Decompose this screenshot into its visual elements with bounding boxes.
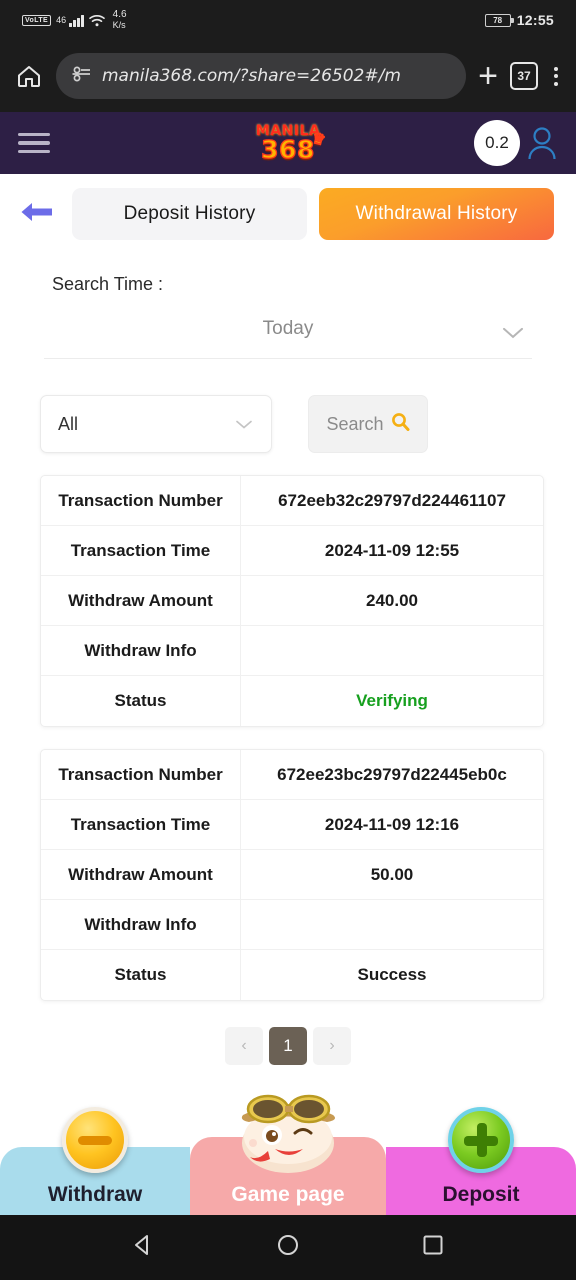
- status-badge: Success: [357, 965, 427, 984]
- cell-key: Withdraw Info: [41, 626, 241, 675]
- row-withdraw-amount: Withdraw Amount 50.00: [41, 850, 543, 900]
- logo-text-bottom: 368 ♛: [260, 128, 328, 164]
- status-bar-left: VoLTE 46 4.6 K/s: [22, 10, 127, 30]
- search-icon: [391, 412, 410, 436]
- url-text: manila368.com/?share=26502#/m: [102, 66, 401, 86]
- status-badge: Verifying: [356, 691, 428, 710]
- row-transaction-time: Transaction Time 2024-11-09 12:16: [41, 800, 543, 850]
- crown-icon: ♛: [309, 128, 328, 150]
- permissions-icon[interactable]: [72, 65, 92, 88]
- signal-bars-icon: [69, 14, 84, 27]
- row-withdraw-amount: Withdraw Amount 240.00: [41, 576, 543, 626]
- cell-value: 240.00: [366, 590, 418, 610]
- cell-key: Withdraw Info: [41, 900, 241, 949]
- bottom-nav-label: Deposit: [442, 1183, 520, 1206]
- site-logo[interactable]: MANILA 368 ♛: [256, 124, 328, 164]
- bottom-nav-label: Game page: [231, 1183, 345, 1206]
- table-row: Transaction Number 672eeb32c29797d224461…: [40, 475, 544, 727]
- transaction-type-dropdown[interactable]: All: [40, 395, 272, 453]
- pagination: ‹ 1 ›: [0, 1027, 576, 1065]
- tab-counter-button[interactable]: 37: [510, 62, 538, 90]
- search-button[interactable]: Search: [308, 395, 428, 453]
- search-time-label: Search Time :: [52, 274, 164, 294]
- search-time-dropdown[interactable]: Today: [44, 315, 532, 359]
- back-arrow-icon[interactable]: [18, 197, 62, 232]
- tab-deposit-history[interactable]: Deposit History: [72, 188, 307, 240]
- data-rate-value: 4.6: [112, 9, 127, 20]
- header-right-group: 0.2: [474, 120, 558, 166]
- cell-key: Transaction Number: [41, 750, 241, 799]
- plus-coin-icon: [448, 1107, 514, 1173]
- row-transaction-time: Transaction Time 2024-11-09 12:55: [41, 526, 543, 576]
- pagination-next-button[interactable]: ›: [313, 1027, 351, 1065]
- row-status: Status Verifying: [41, 676, 543, 726]
- network-type-label: 46: [56, 15, 67, 25]
- user-avatar-icon[interactable]: [526, 125, 558, 161]
- cell-value: 50.00: [370, 864, 414, 884]
- cell-value: [241, 900, 543, 949]
- pagination-prev-button[interactable]: ‹: [225, 1027, 263, 1065]
- cell-key: Transaction Time: [41, 526, 241, 575]
- mascot-icon: [213, 1085, 363, 1173]
- search-time-value: Today: [262, 317, 314, 339]
- bottom-nav-deposit[interactable]: Deposit: [386, 1107, 576, 1215]
- volte-icon: VoLTE: [22, 14, 52, 26]
- status-bar-clock: 12:55: [516, 12, 554, 28]
- android-nav-bar: [0, 1215, 576, 1280]
- plus-icon[interactable]: +: [478, 59, 498, 93]
- cell-value: 672ee23bc29797d22445eb0c: [277, 764, 507, 784]
- status-bar-right: 78 12:55: [484, 12, 554, 28]
- cell-key: Transaction Time: [41, 800, 241, 849]
- bottom-navigation: Withdraw Game page Deposit: [0, 1094, 576, 1215]
- cell-key: Withdraw Amount: [41, 576, 241, 625]
- more-vertical-icon[interactable]: [550, 66, 562, 86]
- pagination-page-1[interactable]: 1: [269, 1027, 307, 1065]
- chevron-right-icon: ›: [329, 1037, 335, 1054]
- cell-value: 2024-11-09 12:55: [324, 540, 460, 560]
- search-button-label: Search: [326, 413, 384, 434]
- android-recents-icon[interactable]: [420, 1232, 446, 1263]
- row-withdraw-info: Withdraw Info: [41, 626, 543, 676]
- chevron-down-icon: [234, 414, 254, 435]
- cell-value: [241, 626, 543, 675]
- app-header: MANILA 368 ♛ 0.2: [0, 112, 576, 174]
- wifi-icon: [88, 14, 105, 27]
- history-tab-row: Deposit History Withdrawal History: [0, 174, 576, 256]
- hamburger-icon[interactable]: [18, 132, 50, 154]
- chevron-left-icon: ‹: [241, 1037, 247, 1054]
- filter-row: All Search: [0, 359, 576, 453]
- minus-coin-icon: [62, 1107, 128, 1173]
- android-status-bar: VoLTE 46 4.6 K/s 78 12:55: [0, 0, 576, 40]
- cell-key: Status: [41, 950, 241, 1000]
- row-transaction-number: Transaction Number 672ee23bc29797d22445e…: [41, 750, 543, 800]
- bottom-nav-withdraw[interactable]: Withdraw: [0, 1107, 190, 1215]
- cell-key: Withdraw Amount: [41, 850, 241, 899]
- android-back-icon[interactable]: [130, 1232, 156, 1263]
- browser-toolbar: manila368.com/?share=26502#/m + 37: [0, 40, 576, 112]
- row-transaction-number: Transaction Number 672eeb32c29797d224461…: [41, 476, 543, 526]
- battery-icon: 78: [484, 13, 514, 27]
- bottom-nav-label: Withdraw: [47, 1183, 143, 1206]
- tab-withdrawal-history[interactable]: Withdrawal History: [319, 188, 554, 240]
- data-rate-unit: K/s: [112, 20, 126, 30]
- bottom-nav-game-page[interactable]: Game page: [190, 1094, 386, 1215]
- data-rate-indicator: 4.6 K/s: [112, 9, 127, 31]
- cell-key: Status: [41, 676, 241, 726]
- row-withdraw-info: Withdraw Info: [41, 900, 543, 950]
- url-bar[interactable]: manila368.com/?share=26502#/m: [56, 53, 467, 99]
- tab-strip: Deposit History Withdrawal History: [72, 188, 554, 240]
- cell-value: 2024-11-09 12:16: [324, 814, 460, 834]
- table-row: Transaction Number 672ee23bc29797d22445e…: [40, 749, 544, 1001]
- android-home-icon[interactable]: [275, 1232, 301, 1263]
- balance-badge[interactable]: 0.2: [474, 120, 520, 166]
- transaction-type-value: All: [58, 413, 79, 434]
- row-status: Status Success: [41, 950, 543, 1000]
- chevron-down-icon: [500, 324, 526, 345]
- cell-value: 672eeb32c29797d224461107: [278, 490, 506, 510]
- cell-key: Transaction Number: [41, 476, 241, 525]
- home-icon[interactable]: [14, 61, 44, 91]
